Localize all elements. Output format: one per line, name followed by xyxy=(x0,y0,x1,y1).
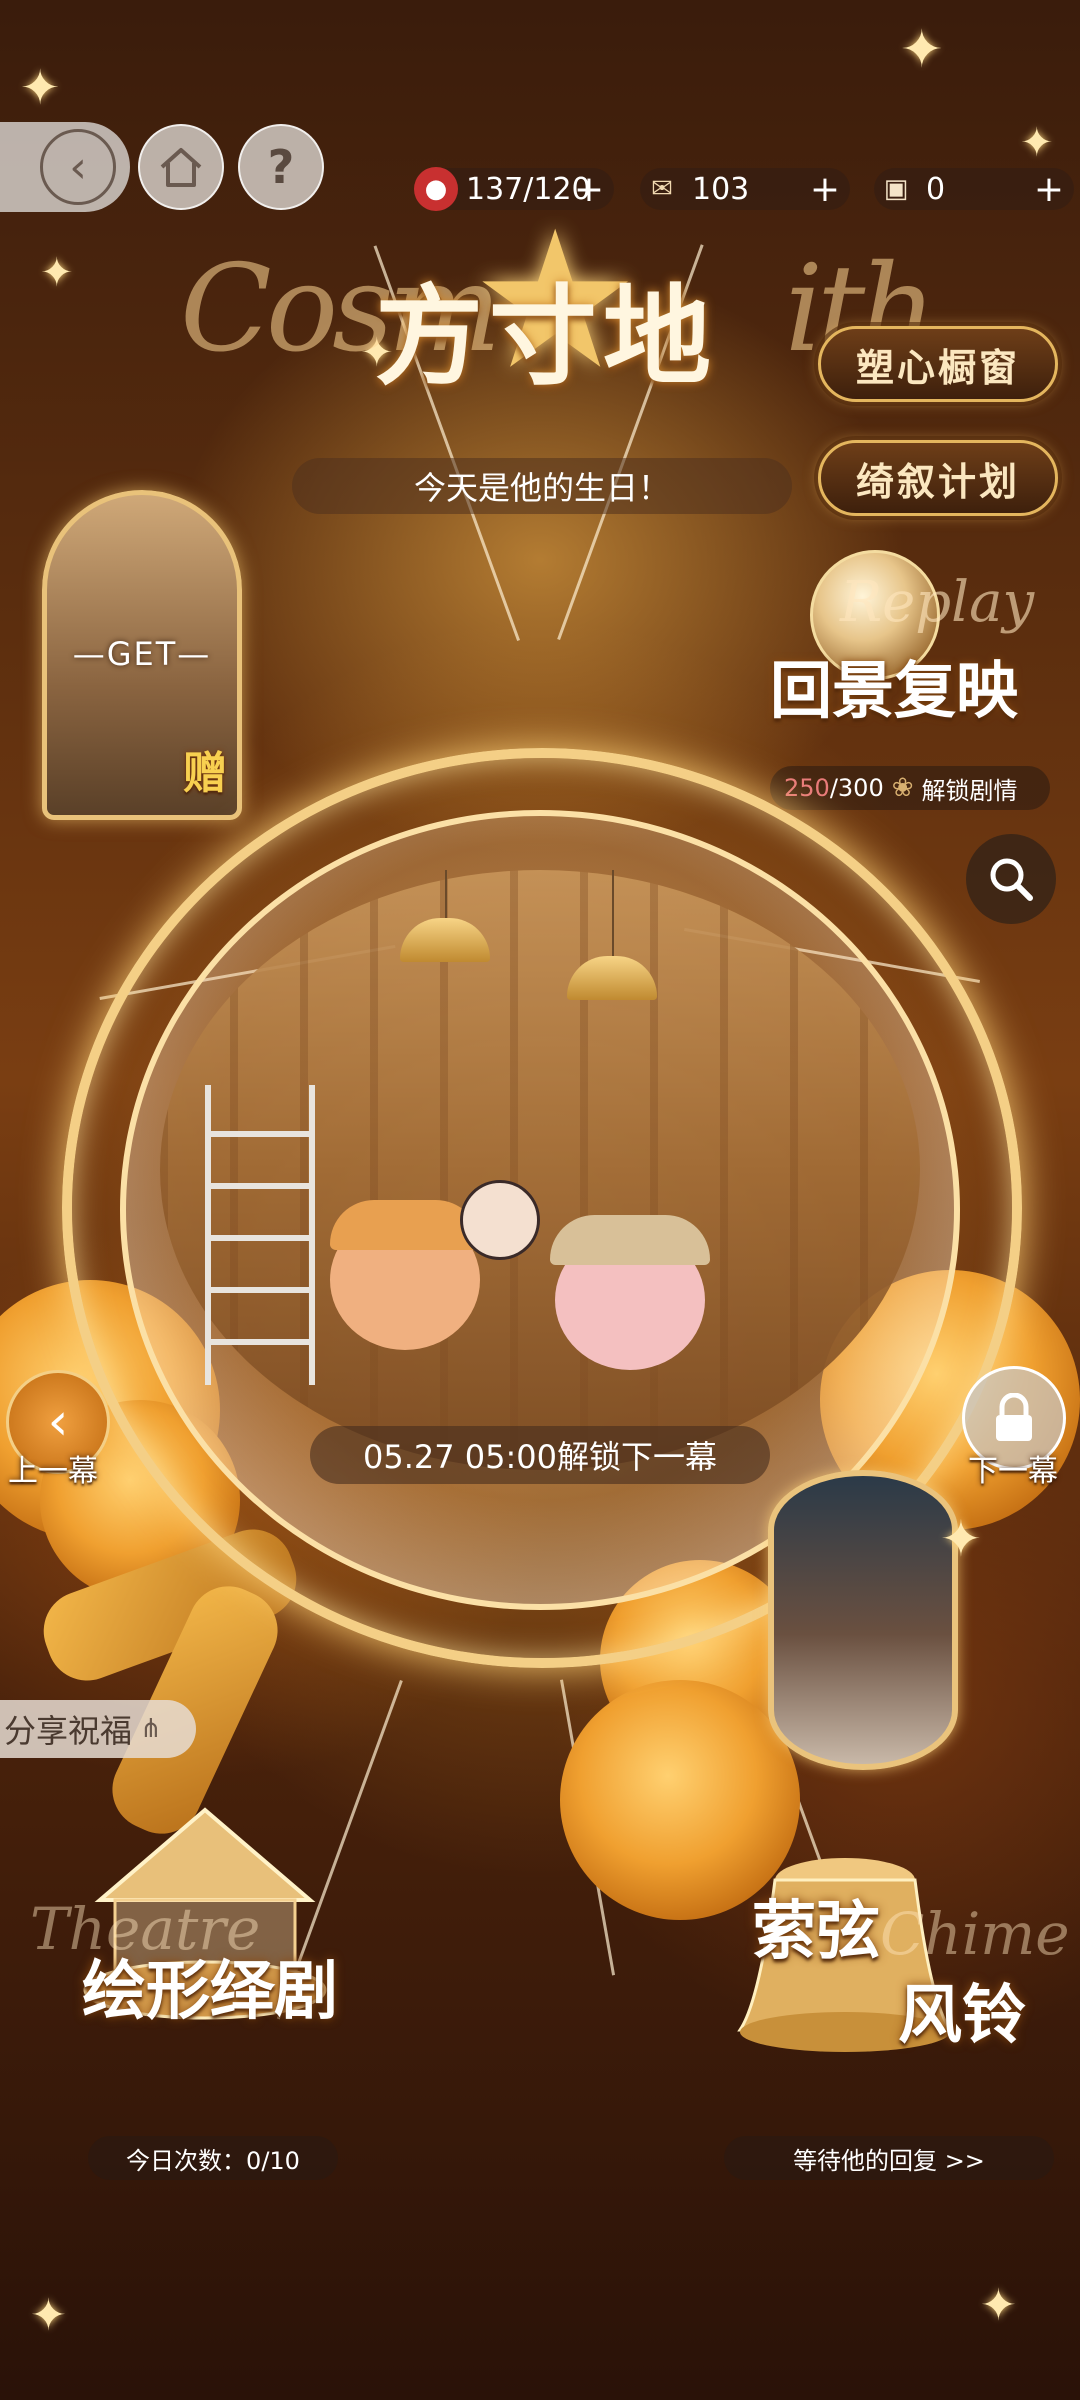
help-button[interactable]: ? xyxy=(238,124,324,210)
progress-action: 解锁剧情 xyxy=(921,776,1018,805)
resource-film[interactable]: ▣ 0 + xyxy=(874,168,1074,210)
replay-script: Replay xyxy=(840,570,1035,635)
gift-badge: 赠 xyxy=(183,748,227,799)
apple-icon: ● xyxy=(414,167,458,211)
back-arrow-icon: ‹ xyxy=(40,129,116,205)
search-icon xyxy=(990,858,1033,901)
chevron-left-icon: ‹ xyxy=(47,1392,69,1452)
bear-icon: ❀ xyxy=(891,773,914,803)
resource-film-value: 0 xyxy=(926,171,946,207)
chime-label-bottom: 风铃 xyxy=(898,1978,1026,2053)
add-currency-button[interactable]: + xyxy=(810,169,840,210)
sparkle-icon: ✦ xyxy=(900,20,944,80)
sparkle-icon: ✦ xyxy=(1020,120,1054,166)
theatre-label: 绘形绎剧 xyxy=(82,1954,338,2029)
home-icon xyxy=(160,148,202,187)
gift-outfit-card[interactable]: —GET— 赠 xyxy=(42,490,242,820)
page-title: 方寸地 xyxy=(375,274,718,400)
lamp-cord xyxy=(612,870,614,960)
home-button[interactable] xyxy=(138,124,224,210)
chime-label-top: 萦弦 xyxy=(752,1894,880,1969)
character-girl-hat xyxy=(550,1215,710,1265)
clapper-icon: ▣ xyxy=(883,174,909,204)
help-icon: ? xyxy=(267,140,295,194)
story-progress[interactable]: 250 /300 ❀ 解锁剧情 xyxy=(770,766,1050,810)
share-button[interactable]: 分享祝福 ⋔ xyxy=(0,1700,196,1758)
chime-reply-status[interactable]: 等待他的回复 >> xyxy=(724,2136,1054,2180)
sparkle-icon: ✦ xyxy=(980,2280,1017,2331)
replay-button[interactable]: Replay 回景复映 xyxy=(760,550,1060,740)
get-label: —GET— xyxy=(72,635,212,673)
window-shop-button[interactable]: 塑心橱窗 xyxy=(818,326,1058,402)
progress-total: /300 xyxy=(829,774,884,802)
character-boy-hat xyxy=(330,1200,480,1250)
zoom-button[interactable] xyxy=(966,834,1056,924)
sparkle-icon: ✦ xyxy=(20,60,61,116)
sparkle-icon: ✦ xyxy=(940,1510,982,1568)
back-button[interactable]: ‹ xyxy=(0,122,130,212)
resource-currency-value: 103 xyxy=(692,171,750,207)
character-portrait-card[interactable] xyxy=(768,1470,958,1770)
replay-label: 回景复映 xyxy=(770,654,1019,727)
progress-current: 250 xyxy=(784,774,830,802)
ladder-decoration xyxy=(205,1085,315,1385)
resource-currency[interactable]: ✉ 103 + xyxy=(640,168,850,210)
share-label: 分享祝福 xyxy=(4,1712,133,1750)
character-glasses[interactable] xyxy=(460,1180,540,1260)
ticket-icon: ✉ xyxy=(651,174,673,204)
prev-scene-label: 上一幕 xyxy=(8,1454,98,1489)
sparkle-icon: ✦ xyxy=(40,250,74,296)
lamp-cord xyxy=(445,870,447,920)
plan-button[interactable]: 绮叙计划 xyxy=(818,440,1058,516)
add-film-button[interactable]: + xyxy=(1034,169,1064,210)
unlock-timer: 05.27 05:00解锁下一幕 xyxy=(310,1426,770,1484)
subtitle-banner: 今天是他的生日！ xyxy=(292,458,792,514)
theatre-daily-count: 今日次数：0/10 xyxy=(88,2136,338,2180)
lock-icon xyxy=(996,1393,1032,1441)
title-area: Cosm ith ★ 方寸地 xyxy=(180,190,937,411)
next-scene-label: 下一幕 xyxy=(968,1454,1058,1489)
sparkle-icon: ✦ xyxy=(30,2290,67,2341)
chime-script: Chime xyxy=(880,1900,1070,1968)
share-icon: ⋔ xyxy=(140,1714,162,1744)
